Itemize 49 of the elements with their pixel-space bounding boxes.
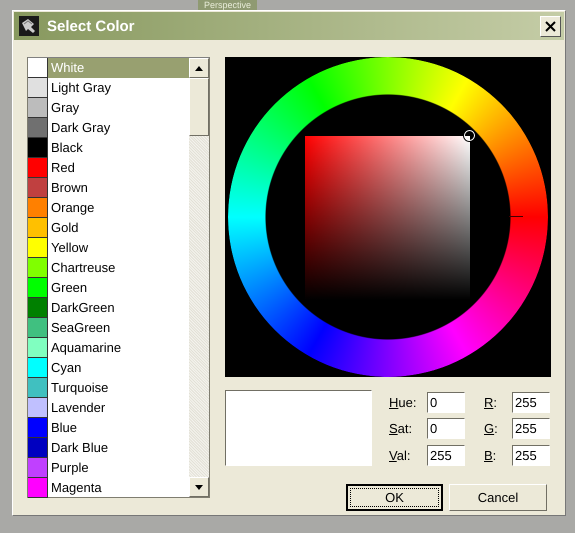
viewport-label: Perspective (198, 0, 258, 10)
color-list-item[interactable]: Black (48, 138, 189, 158)
value-field[interactable]: 0 (427, 392, 465, 414)
field-label: Hue: (389, 395, 418, 410)
close-button[interactable] (540, 16, 561, 36)
color-list-item[interactable]: SeaGreen (48, 318, 189, 338)
value-field[interactable]: 255 (512, 418, 550, 440)
color-list-item[interactable]: Cyan (48, 358, 189, 378)
color-list-item[interactable]: Blue (48, 418, 189, 438)
scrollbar[interactable] (189, 58, 209, 497)
value-field[interactable]: 255 (512, 444, 550, 466)
value-field[interactable]: 0 (427, 418, 465, 440)
color-list-item[interactable]: Lavender (48, 398, 189, 418)
color-list-item[interactable]: Purple (48, 458, 189, 478)
color-list-item[interactable]: Brown (48, 178, 189, 198)
scroll-thumb[interactable] (189, 78, 209, 136)
color-list-item[interactable]: Yellow (48, 238, 189, 258)
saturation-value-square[interactable] (305, 136, 470, 300)
close-icon (545, 20, 556, 32)
field-label: B: (484, 448, 498, 463)
field-label: R: (484, 395, 498, 410)
dialog-button[interactable]: Cancel (449, 484, 547, 511)
color-list-item[interactable]: Chartreuse (48, 258, 189, 278)
scroll-up-button[interactable] (189, 58, 209, 78)
field-label: Val: (389, 448, 412, 463)
field-label: G: (484, 421, 499, 436)
color-list-item[interactable]: Green (48, 278, 189, 298)
color-list-item[interactable]: Dark Blue (48, 438, 189, 458)
color-list-item[interactable]: Orange (48, 198, 189, 218)
picker-handle[interactable] (464, 130, 475, 141)
window-title: Select Color (47, 18, 136, 34)
color-list-item[interactable]: Gold (48, 218, 189, 238)
color-list-item[interactable]: Aquamarine (48, 338, 189, 358)
field-label: Sat: (389, 421, 414, 436)
color-list-item[interactable]: Red (48, 158, 189, 178)
color-list-item[interactable]: Dark Gray (48, 118, 189, 138)
hue-marker[interactable] (509, 216, 523, 217)
value-field[interactable]: 255 (512, 392, 550, 414)
up-arrow-icon (195, 66, 203, 70)
value-field[interactable]: 255 (427, 444, 465, 466)
color-list-item[interactable]: Magenta (48, 478, 189, 498)
color-list-item[interactable]: Gray (48, 98, 189, 118)
color-list-item[interactable]: DarkGreen (48, 298, 189, 318)
color-list-item[interactable]: Turquoise (48, 378, 189, 398)
app-icon (19, 16, 39, 36)
color-list-item[interactable]: Light Gray (48, 78, 189, 98)
dialog-button[interactable]: OK (346, 484, 443, 511)
scroll-down-button[interactable] (189, 477, 209, 497)
down-arrow-icon (195, 484, 203, 490)
